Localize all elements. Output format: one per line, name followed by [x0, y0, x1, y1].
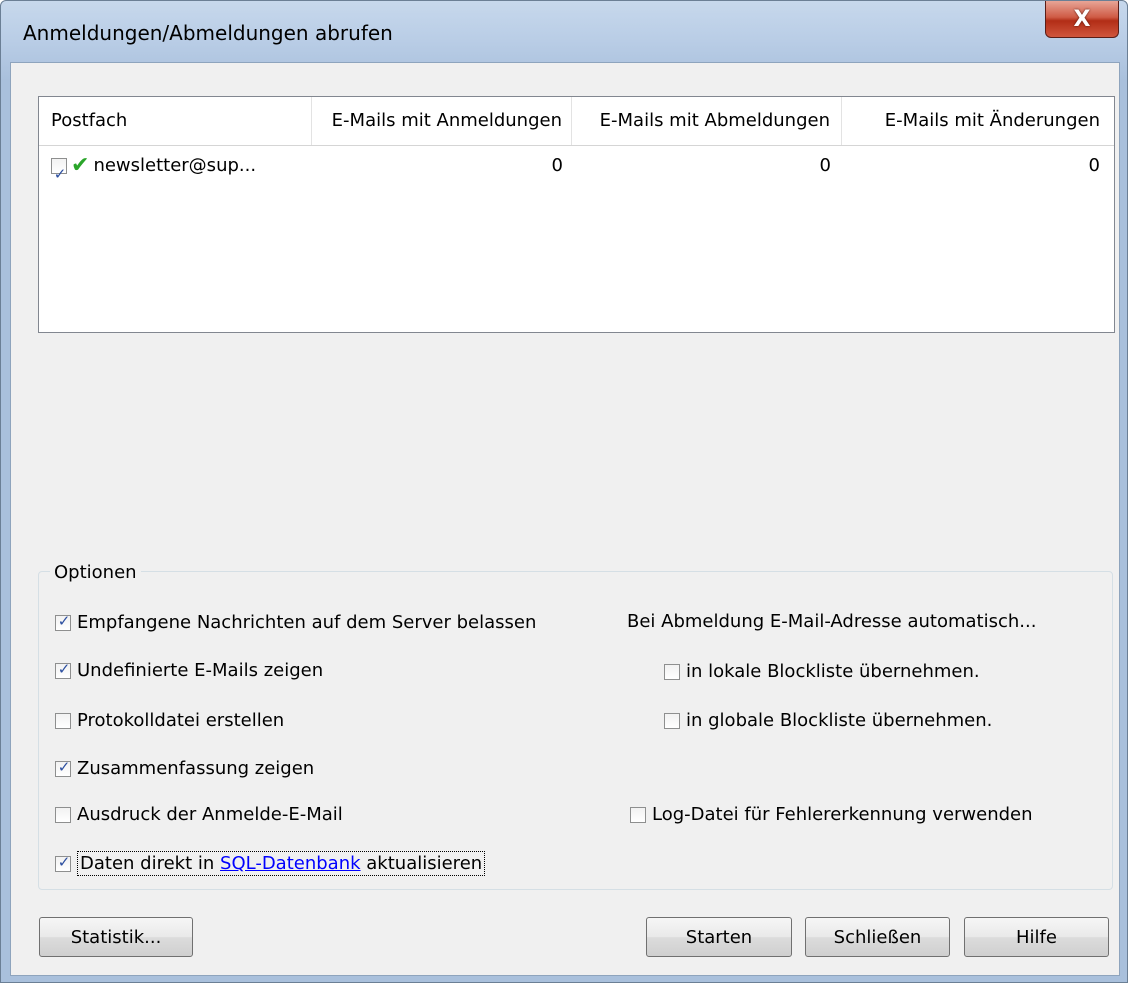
column-header-postfach[interactable]: Postfach: [39, 97, 312, 145]
window-title: Anmeldungen/Abmeldungen abrufen: [23, 21, 393, 45]
show-summary-checkbox[interactable]: [55, 758, 72, 777]
option-sql-update[interactable]: Daten direkt in SQL-Datenbank aktualisie…: [55, 851, 486, 876]
sql-update-label: Daten direkt in SQL-Datenbank aktualisie…: [77, 851, 486, 876]
column-header-aenderungen[interactable]: E-Mails mit Änderungen: [842, 97, 1114, 145]
postfach-cell: ✔ newsletter@sup...: [51, 147, 311, 193]
sql-suffix: aktualisieren: [366, 853, 483, 874]
anmeldungen-count: 0: [551, 155, 563, 176]
table-row[interactable]: ✔ newsletter@sup... 0 0 0: [39, 147, 1114, 193]
global-blocklist-label: in globale Blockliste übernehmen.: [686, 710, 993, 731]
option-create-log[interactable]: Protokolldatei erstellen: [55, 710, 284, 731]
logfile-checkbox[interactable]: [630, 806, 646, 823]
sql-update-checkbox[interactable]: [55, 853, 72, 872]
option-show-undefined[interactable]: Undefinierte E-Mails zeigen: [55, 660, 323, 681]
print-signup-checkbox[interactable]: [55, 806, 71, 823]
keep-on-server-label: Empfangene Nachrichten auf dem Server be…: [77, 612, 537, 633]
dialog-window: Anmeldungen/Abmeldungen abrufen X Postfa…: [0, 0, 1128, 983]
show-undefined-label: Undefinierte E-Mails zeigen: [77, 660, 324, 681]
create-log-checkbox[interactable]: [55, 712, 71, 729]
aenderungen-count: 0: [1088, 155, 1100, 176]
option-global-blocklist[interactable]: in globale Blockliste übernehmen.: [664, 710, 992, 731]
list-header: Postfach E-Mails mit Anmeldungen E-Mails…: [39, 97, 1114, 146]
starten-button[interactable]: Starten: [646, 917, 792, 957]
option-keep-on-server[interactable]: Empfangene Nachrichten auf dem Server be…: [55, 612, 536, 633]
show-undefined-checkbox[interactable]: [55, 660, 72, 679]
option-local-blocklist[interactable]: in lokale Blockliste übernehmen.: [664, 661, 980, 682]
local-blocklist-checkbox[interactable]: [664, 663, 680, 680]
option-show-summary[interactable]: Zusammenfassung zeigen: [55, 758, 314, 779]
mailbox-list[interactable]: Postfach E-Mails mit Anmeldungen E-Mails…: [38, 96, 1115, 333]
postfach-address: newsletter@sup...: [93, 155, 257, 176]
column-header-abmeldungen[interactable]: E-Mails mit Abmeldungen: [572, 97, 842, 145]
column-header-anmeldungen[interactable]: E-Mails mit Anmeldungen: [312, 97, 572, 145]
option-logfile[interactable]: Log-Datei für Fehlererkennung verwenden: [630, 804, 1033, 825]
show-summary-label: Zusammenfassung zeigen: [77, 758, 315, 779]
sql-prefix: Daten direkt in: [80, 853, 215, 874]
statistik-button[interactable]: Statistik...: [39, 917, 193, 957]
close-button[interactable]: X: [1045, 1, 1119, 38]
print-signup-label: Ausdruck der Anmelde-E-Mail: [77, 804, 343, 825]
create-log-label: Protokolldatei erstellen: [77, 710, 285, 731]
abmeldungen-count: 0: [819, 155, 831, 176]
keep-on-server-checkbox[interactable]: [55, 612, 72, 631]
hilfe-button[interactable]: Hilfe: [964, 917, 1109, 957]
row-checkbox[interactable]: [51, 155, 68, 193]
local-blocklist-label: in lokale Blockliste übernehmen.: [686, 661, 980, 682]
close-icon: X: [1073, 6, 1091, 32]
check-icon: ✔: [71, 153, 90, 178]
global-blocklist-checkbox[interactable]: [664, 712, 680, 729]
schliessen-button[interactable]: Schließen: [805, 917, 950, 957]
logfile-label: Log-Datei für Fehlererkennung verwenden: [652, 804, 1033, 825]
sql-database-link[interactable]: SQL-Datenbank: [220, 853, 361, 874]
dialog-client-area: Postfach E-Mails mit Anmeldungen E-Mails…: [10, 62, 1120, 976]
options-group-label: Optionen: [50, 562, 141, 583]
option-print-signup[interactable]: Ausdruck der Anmelde-E-Mail: [55, 804, 343, 825]
title-bar[interactable]: Anmeldungen/Abmeldungen abrufen X: [1, 1, 1127, 61]
abmeldung-heading: Bei Abmeldung E-Mail-Adresse automatisch…: [627, 611, 1037, 632]
